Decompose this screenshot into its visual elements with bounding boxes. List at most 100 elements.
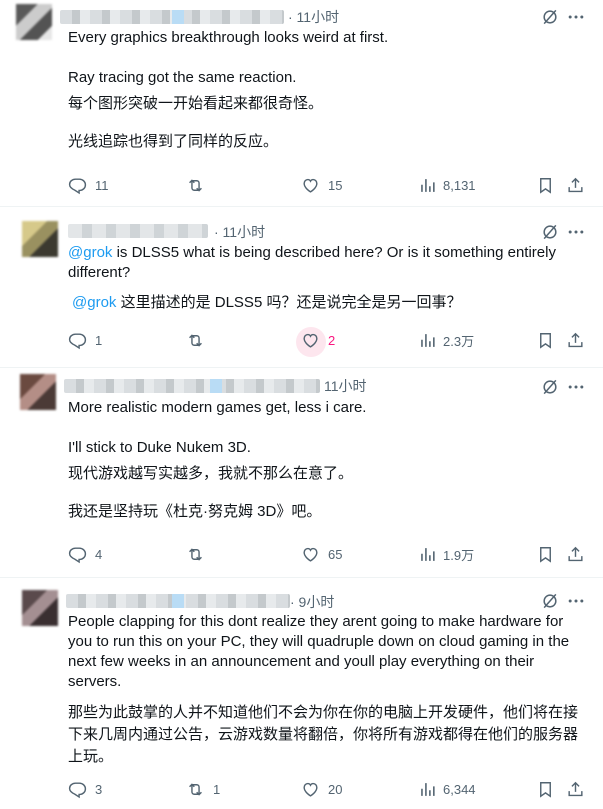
translation-line: 每个图形突破一开始看起来都很奇怪。 [68,95,324,112]
avatar[interactable] [22,221,58,257]
action-bar: 3 1 20 6,344 [0,780,603,802]
reply-button[interactable]: 1 [68,331,102,350]
bookmark-button[interactable] [536,545,563,564]
translation-body: 这里描述的是 DLSS5 吗？还是说完全是另一回事？ [116,294,462,311]
share-icon [566,331,585,350]
share-button[interactable] [566,176,593,195]
like-count: 20 [328,782,343,797]
view-count: 6,344 [443,782,476,797]
reply-icon [68,780,87,799]
retweet-button[interactable] [186,331,213,350]
bookmark-button[interactable] [536,176,563,195]
bookmark-button[interactable] [536,331,563,350]
tweet-time[interactable]: · 11小时 [288,7,339,27]
tweet-text-line: Ray tracing got the same reaction. [68,69,297,86]
avatar[interactable] [22,590,58,626]
tweet-2[interactable]: · 11小时 @grok is DLSS5 what is being desc… [0,207,603,368]
tweet-text: @grok is DLSS5 what is being described h… [68,243,588,283]
tweet-1[interactable]: · 11小时 Every graphics breakthrough looks… [0,0,603,207]
tweet-time[interactable]: · 11小时 [214,222,265,242]
views-button[interactable]: 6,344 [418,780,476,799]
author-name-redacted[interactable] [64,379,320,393]
grok-icon[interactable] [540,591,560,611]
retweet-icon [186,176,205,195]
action-bar: 4 65 1.9万 [0,545,603,567]
reply-count: 1 [95,333,103,348]
like-icon [301,545,320,564]
views-button[interactable]: 1.9万 [418,545,474,564]
more-icon[interactable] [566,377,586,397]
more-icon[interactable] [566,222,586,242]
reply-button[interactable]: 11 [68,176,109,195]
mention-link[interactable]: @grok [72,294,116,311]
like-icon [301,331,320,350]
views-icon [418,545,437,564]
reply-count: 11 [95,178,109,193]
views-icon [418,176,437,195]
share-icon [566,176,585,195]
tweet-time[interactable]: · 9小时 [290,592,334,612]
like-button[interactable]: 2 [301,331,335,350]
view-count: 2.3万 [443,334,475,349]
like-icon [301,780,320,799]
tweet-text: People clapping for this dont realize th… [68,613,570,690]
translation-line: 我还是坚持玩《杜克·努克姆 3D》吧。 [68,503,322,520]
translation-line: 光线追踪也得到了同样的反应。 [68,133,279,150]
bookmark-icon [536,331,555,350]
bookmark-icon [536,780,555,799]
mention-link[interactable]: @grok [68,244,112,261]
reply-icon [68,545,87,564]
translation-line: 现代游戏越写实越多，我就不那么在意了。 [68,465,354,482]
retweet-icon [186,331,205,350]
tweet-time[interactable]: 11小时 [324,376,367,396]
tweet-text-line: Every graphics breakthrough looks weird … [68,29,389,46]
like-count: 65 [328,547,343,562]
grok-icon[interactable] [540,377,560,397]
views-icon [418,780,437,799]
avatar[interactable] [20,374,56,410]
like-button[interactable]: 20 [301,780,342,799]
translation-text: 那些为此鼓掌的人并不知道他们不会为你在你的电脑上开发硬件，他们将在接下来几周内通… [68,704,579,765]
retweet-icon [186,780,205,799]
action-bar: 1 2 2.3万 [0,327,603,357]
translation-line: @grok 这里描述的是 DLSS5 吗？还是说完全是另一回事？ [68,293,588,313]
share-icon [566,545,585,564]
share-button[interactable] [566,331,593,350]
view-count: 8,131 [443,178,476,193]
reply-icon [68,331,87,350]
retweet-button[interactable] [186,176,213,195]
retweet-button[interactable]: 1 [186,780,220,799]
share-button[interactable] [566,780,593,799]
tweet-3[interactable]: 11小时 More realistic modern games get, le… [0,368,603,578]
bookmark-icon [536,545,555,564]
tweet-text-line: More realistic modern games get, less i … [68,399,367,416]
views-button[interactable]: 8,131 [418,176,476,195]
author-name-redacted[interactable] [68,224,208,238]
tweet-text-body: is DLSS5 what is being described here? O… [68,244,556,281]
more-icon[interactable] [566,7,586,27]
avatar[interactable] [16,4,52,40]
reply-button[interactable]: 4 [68,545,102,564]
like-icon [301,176,320,195]
views-button[interactable]: 2.3万 [418,331,474,350]
reply-button[interactable]: 3 [68,780,102,799]
bookmark-button[interactable] [536,780,563,799]
like-count: 15 [328,178,343,193]
views-icon [418,331,437,350]
grok-icon[interactable] [540,222,560,242]
grok-icon[interactable] [540,7,560,27]
tweet-text-line: I'll stick to Duke Nukem 3D. [68,439,251,456]
action-bar: 11 15 8,131 [0,176,603,198]
like-button[interactable]: 15 [301,176,342,195]
tweet-4[interactable]: · 9小时 People clapping for this dont real… [0,578,603,809]
retweet-button[interactable] [186,545,213,564]
share-button[interactable] [566,545,593,564]
like-button[interactable]: 65 [301,545,342,564]
retweet-icon [186,545,205,564]
author-name-redacted[interactable] [60,10,284,24]
more-icon[interactable] [566,591,586,611]
author-name-redacted[interactable] [66,594,290,608]
view-count: 1.9万 [443,548,475,563]
retweet-count: 1 [213,782,221,797]
reply-count: 4 [95,547,103,562]
